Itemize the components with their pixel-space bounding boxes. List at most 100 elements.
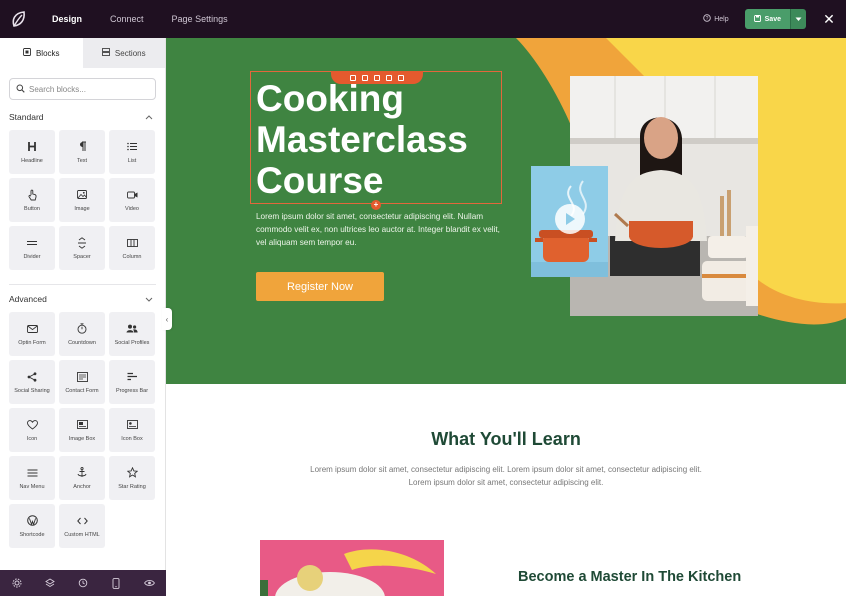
hero-headline[interactable]: Cooking Masterclass Course (256, 78, 496, 201)
tab-sections[interactable]: Sections (82, 38, 165, 68)
block-progress-bar[interactable]: Progress Bar (109, 360, 155, 404)
block-icon[interactable]: Icon (9, 408, 55, 452)
block-spacer[interactable]: Spacer (59, 226, 105, 270)
block-button[interactable]: Button (9, 178, 55, 222)
block-custom-html[interactable]: Custom HTML (59, 504, 105, 548)
save-button[interactable]: Save (744, 9, 790, 29)
tab-design[interactable]: Design (38, 0, 96, 38)
close-icon[interactable]: ✕ (818, 11, 840, 28)
block-label: List (127, 157, 137, 164)
block-anchor[interactable]: Anchor (59, 456, 105, 500)
menu-icon (27, 467, 38, 479)
top-bar: Design Connect Page Settings ? Help Save… (0, 0, 846, 38)
learn-heading[interactable]: What You'll Learn (166, 429, 846, 450)
play-button[interactable] (555, 204, 585, 234)
tab-sections-label: Sections (114, 48, 146, 58)
block-contact-form[interactable]: Contact Form (59, 360, 105, 404)
block-column[interactable]: Column (109, 226, 155, 270)
block-video[interactable]: Video (109, 178, 155, 222)
tab-blocks-label: Blocks (35, 48, 60, 58)
caret-down-icon (795, 17, 802, 21)
save-options-dropdown[interactable] (790, 9, 806, 29)
collapse-sidebar-handle[interactable]: ‹ (162, 308, 172, 330)
pointer-hand-icon (27, 189, 37, 201)
block-nav-menu[interactable]: Nav Menu (9, 456, 55, 500)
star-icon (126, 467, 138, 479)
block-star-rating[interactable]: Star Rating (109, 456, 155, 500)
block-label: Divider (23, 253, 41, 260)
video-camera-icon (126, 189, 138, 201)
banana-food-photo[interactable] (260, 540, 444, 596)
block-label: Social Sharing (14, 387, 50, 394)
block-icon-box[interactable]: Icon Box (109, 408, 155, 452)
save-label: Save (764, 15, 781, 23)
preview-eye-icon[interactable] (141, 575, 157, 591)
block-label: Social Profiles (114, 339, 150, 346)
pilcrow-icon (78, 141, 87, 153)
anchor-icon (77, 467, 87, 479)
progress-bar-icon (127, 371, 138, 383)
block-label: Image (74, 205, 90, 212)
columns-icon (126, 237, 138, 249)
settings-gear-icon[interactable] (9, 575, 25, 591)
sidebar-tabs: Blocks Sections (0, 38, 165, 68)
hero-section[interactable]: Cooking Masterclass Course + Lorem ipsum… (166, 38, 846, 384)
banana-bowl-illustration (260, 540, 444, 596)
register-now-button[interactable]: Register Now (256, 272, 384, 301)
share-icon (27, 371, 37, 383)
block-image-box[interactable]: Image Box (59, 408, 105, 452)
users-icon (126, 323, 138, 335)
search-icon (16, 80, 25, 98)
learn-text[interactable]: Lorem ipsum dolor sit amet, consectetur … (306, 463, 706, 489)
block-divider[interactable]: Divider (9, 226, 55, 270)
image-box-icon (76, 419, 88, 431)
tab-page-settings[interactable]: Page Settings (158, 0, 242, 38)
search-input[interactable] (29, 84, 149, 94)
history-icon[interactable] (75, 575, 91, 591)
list-icon (127, 141, 137, 153)
hero-text[interactable]: Lorem ipsum dolor sit amet, consectetur … (256, 210, 506, 249)
block-shortcode[interactable]: Shortcode (9, 504, 55, 548)
block-label: Icon (26, 435, 38, 442)
video-thumbnail[interactable] (531, 166, 608, 277)
block-image[interactable]: Image (59, 178, 105, 222)
standard-section-toggle[interactable]: Standard (0, 112, 165, 122)
page-canvas: Cooking Masterclass Course + Lorem ipsum… (166, 38, 846, 596)
block-headline[interactable]: Headline (9, 130, 55, 174)
blocks-sidebar: Blocks Sections Standard Headline Text Lis… (0, 38, 166, 570)
block-label: Video (125, 205, 139, 212)
help-label: Help (714, 15, 729, 23)
sidebar-bottom-bar (0, 570, 166, 596)
block-label: Star Rating (118, 483, 146, 490)
block-social-sharing[interactable]: Social Sharing (9, 360, 55, 404)
block-label: Contact Form (65, 387, 99, 394)
block-optin-form[interactable]: Optin Form (9, 312, 55, 356)
advanced-blocks-grid: Optin Form Countdown Social Profiles Social… (0, 312, 165, 548)
wordpress-icon (26, 515, 38, 527)
layers-icon[interactable] (42, 575, 58, 591)
block-text[interactable]: Text (59, 130, 105, 174)
help-button[interactable]: ? Help (703, 14, 729, 24)
mobile-preview-icon[interactable] (108, 575, 124, 591)
add-block-plus-icon[interactable]: + (371, 200, 381, 210)
image-icon (77, 189, 87, 201)
master-heading[interactable]: Become a Master In The Kitchen (518, 569, 741, 585)
form-icon (76, 371, 88, 383)
play-icon (566, 213, 575, 225)
tab-blocks[interactable]: Blocks (0, 38, 83, 68)
block-list[interactable]: List (109, 130, 155, 174)
save-disk-icon (753, 14, 761, 24)
blocks-icon (23, 48, 31, 58)
block-label: Nav Menu (19, 483, 45, 490)
standard-blocks-grid: Headline Text List Button Image Video Divider S… (0, 130, 165, 270)
advanced-section-toggle[interactable]: Advanced (0, 294, 165, 304)
block-label: Countdown (68, 339, 96, 346)
standard-heading: Standard (9, 112, 44, 122)
tab-connect[interactable]: Connect (96, 0, 158, 38)
block-label: Button (24, 205, 40, 212)
code-icon (76, 515, 88, 527)
block-countdown[interactable]: Countdown (59, 312, 105, 356)
block-label: Anchor (73, 483, 91, 490)
seedprod-logo-icon[interactable] (0, 0, 38, 38)
block-social-profiles[interactable]: Social Profiles (109, 312, 155, 356)
